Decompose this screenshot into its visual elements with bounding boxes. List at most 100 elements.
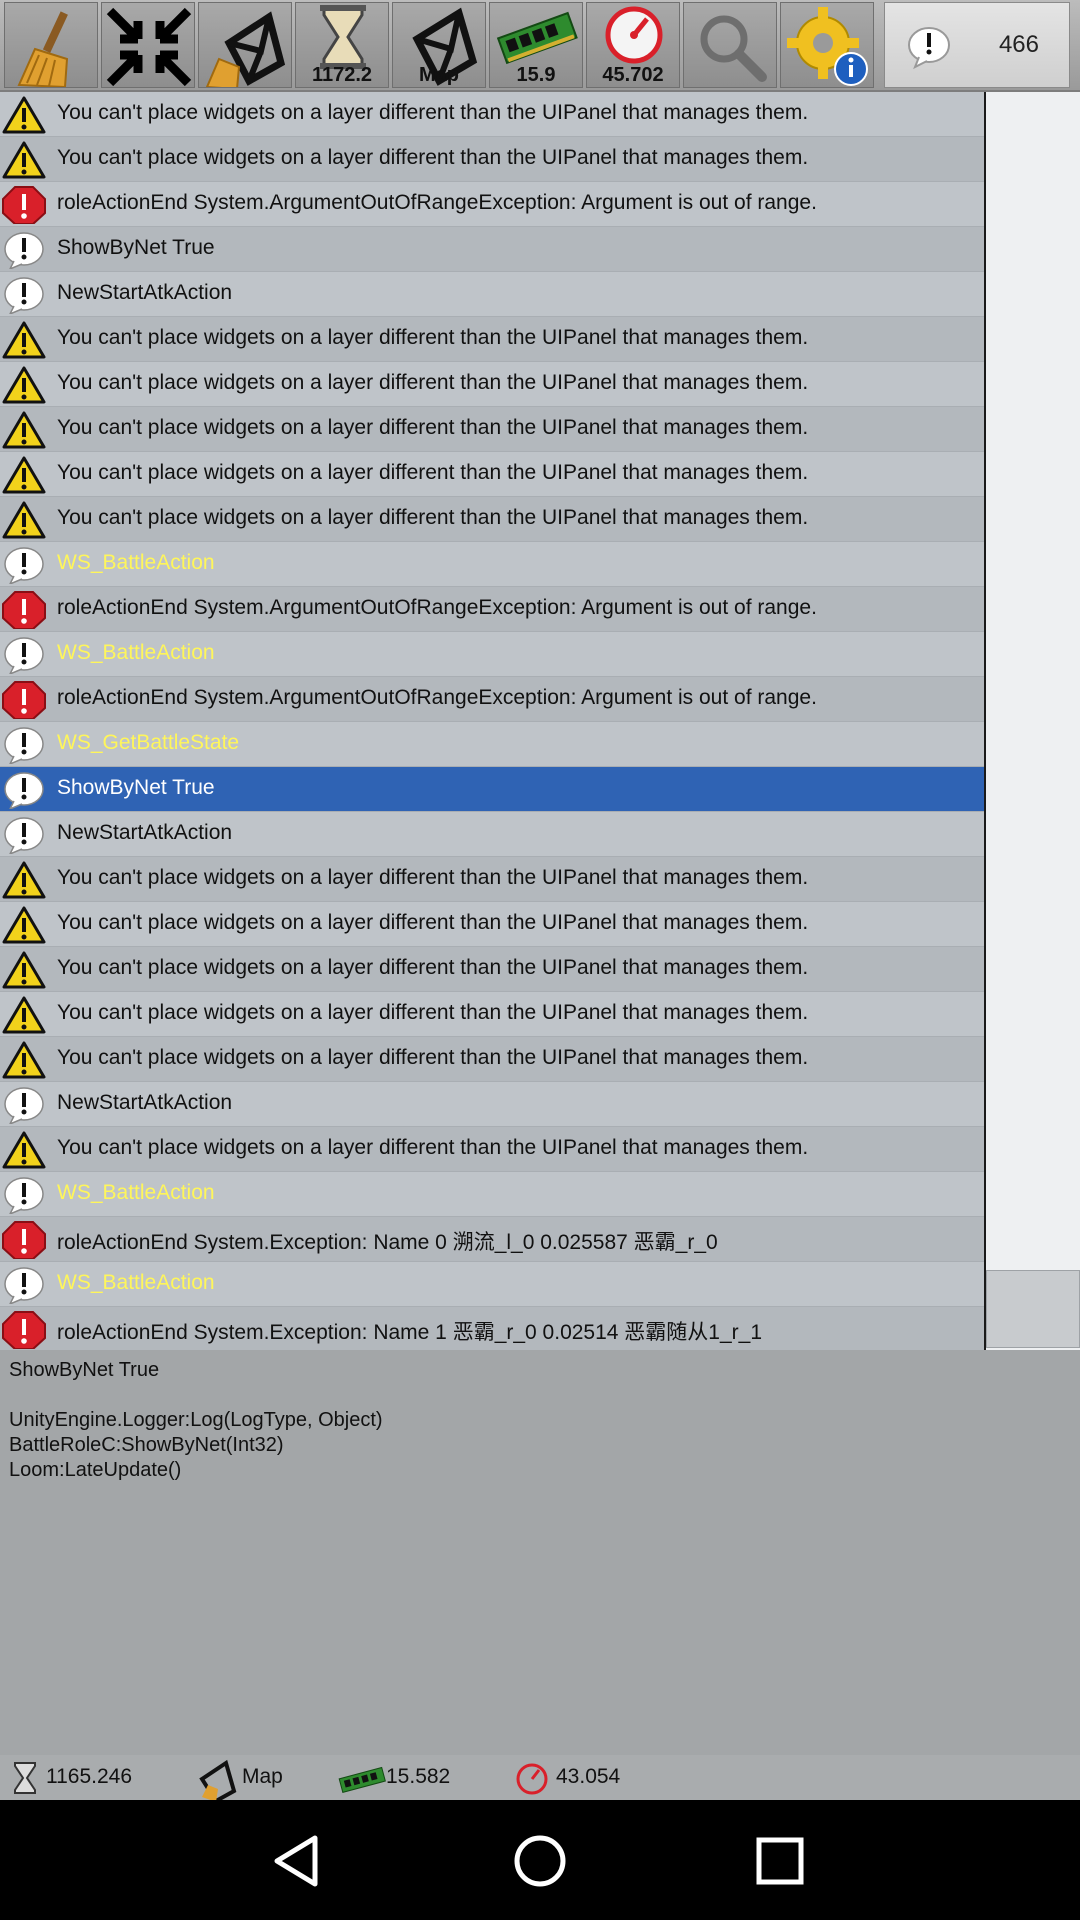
log-row[interactable]: You can't place widgets on a layer diffe… [0, 137, 984, 182]
log-row[interactable]: NewStartAtkAction [0, 1082, 984, 1127]
scrollbar-thumb[interactable] [986, 1270, 1080, 1348]
error-icon [2, 591, 46, 629]
log-row[interactable]: roleActionEnd System.Exception: Name 0 溯… [0, 1217, 984, 1262]
info-icon [4, 277, 44, 314]
log-row-text: You can't place widgets on a layer diffe… [57, 416, 809, 439]
warning-icon [2, 141, 46, 179]
info-icon [4, 1177, 44, 1214]
warning-icon [2, 861, 46, 899]
log-detail-panel[interactable]: ShowByNet True UnityEngine.Logger:Log(Lo… [0, 1350, 1080, 1755]
status-scene-value: Map [242, 1765, 283, 1788]
log-row[interactable]: You can't place widgets on a layer diffe… [0, 947, 984, 992]
nav-back-button[interactable] [265, 1830, 335, 1892]
gear-info-icon [787, 7, 868, 86]
memory-display[interactable]: 15.9 [489, 2, 583, 88]
scrollbar-track[interactable] [986, 92, 1080, 1350]
nav-recents-button[interactable] [745, 1830, 815, 1892]
log-row-text: WS_BattleAction [57, 1181, 215, 1204]
log-row[interactable]: You can't place widgets on a layer diffe… [0, 407, 984, 452]
log-row-text: roleActionEnd System.Exception: Name 1 恶… [57, 1321, 763, 1344]
log-row[interactable]: You can't place widgets on a layer diffe… [0, 1037, 984, 1082]
warning-icon [2, 501, 46, 539]
unity-logo-icon [199, 1759, 237, 1802]
status-scene: Map [196, 1755, 336, 1802]
nav-home-button[interactable] [505, 1830, 575, 1892]
log-row[interactable]: WS_BattleAction [0, 1262, 984, 1307]
info-icon [4, 727, 44, 764]
time-value: 1172.2 [311, 64, 373, 86]
log-row-text: roleActionEnd System.Exception: Name 0 溯… [57, 1231, 718, 1254]
collapse-button[interactable] [101, 2, 195, 88]
status-fps: 43.054 [514, 1755, 654, 1800]
warning-icon [2, 996, 46, 1034]
log-row[interactable]: You can't place widgets on a layer diffe… [0, 857, 984, 902]
log-row[interactable]: WS_BattleAction [0, 542, 984, 587]
log-list[interactable]: You can't place widgets on a layer diffe… [0, 92, 984, 1350]
back-icon [274, 1835, 318, 1887]
log-row-text: WS_GetBattleState [57, 731, 240, 754]
log-row-text: You can't place widgets on a layer diffe… [57, 1046, 809, 1069]
log-row-text: roleActionEnd System.ArgumentOutOfRangeE… [57, 686, 817, 709]
info-icon [4, 1087, 44, 1124]
memory-chip-icon [338, 1766, 386, 1794]
speedometer-icon [516, 1763, 548, 1795]
android-nav-bar [0, 1800, 1080, 1920]
status-time: 1165.246 [8, 1755, 158, 1800]
log-row[interactable]: You can't place widgets on a layer diffe… [0, 1127, 984, 1172]
warning-icon [2, 96, 46, 134]
log-row-text: You can't place widgets on a layer diffe… [57, 1001, 809, 1024]
error-icon [2, 186, 46, 224]
log-row-text: WS_BattleAction [57, 641, 215, 664]
log-row-text: You can't place widgets on a layer diffe… [57, 326, 809, 349]
log-row-text: You can't place widgets on a layer diffe… [57, 911, 809, 934]
log-row[interactable]: You can't place widgets on a layer diffe… [0, 317, 984, 362]
search-button[interactable] [683, 2, 777, 88]
log-row[interactable]: WS_GetBattleState [0, 722, 984, 767]
status-fps-value: 43.054 [556, 1765, 621, 1788]
log-row[interactable]: roleActionEnd System.ArgumentOutOfRangeE… [0, 182, 984, 227]
log-row-text: NewStartAtkAction [57, 281, 233, 304]
log-row-text: You can't place widgets on a layer diffe… [57, 506, 809, 529]
info-icon [4, 637, 44, 674]
log-row[interactable]: roleActionEnd System.ArgumentOutOfRangeE… [0, 677, 984, 722]
log-row-text: You can't place widgets on a layer diffe… [57, 1136, 809, 1159]
warning-icon [2, 456, 46, 494]
home-icon [514, 1835, 566, 1887]
log-row[interactable]: You can't place widgets on a layer diffe… [0, 992, 984, 1037]
log-row-text: You can't place widgets on a layer diffe… [57, 956, 809, 979]
info-icon [908, 27, 950, 70]
log-row-text: NewStartAtkAction [57, 1091, 233, 1114]
warning-icon [2, 321, 46, 359]
log-row-text: NewStartAtkAction [57, 821, 233, 844]
settings-button[interactable] [780, 2, 874, 88]
log-row[interactable]: WS_BattleAction [0, 632, 984, 677]
time-display[interactable]: 1172.2 [295, 2, 389, 88]
console-toolbar: 1172.2 Map 15.9 45.702 466 [0, 0, 1080, 92]
magnifier-icon [700, 15, 767, 82]
log-row[interactable]: You can't place widgets on a layer diffe… [0, 902, 984, 947]
log-row[interactable]: You can't place widgets on a layer diffe… [0, 452, 984, 497]
log-row-text: You can't place widgets on a layer diffe… [57, 146, 809, 169]
log-row[interactable]: You can't place widgets on a layer diffe… [0, 497, 984, 542]
log-row[interactable]: ShowByNet True [0, 227, 984, 272]
unity-clear-on-play-button[interactable] [198, 2, 292, 88]
status-bar: 1165.246 Map 15.582 43.054 [0, 1755, 1080, 1802]
info-icon [4, 772, 44, 809]
log-row[interactable]: NewStartAtkAction [0, 812, 984, 857]
log-row-text: WS_BattleAction [57, 551, 215, 574]
log-row[interactable]: WS_BattleAction [0, 1172, 984, 1217]
log-row[interactable]: You can't place widgets on a layer diffe… [0, 92, 984, 137]
recents-icon [756, 1837, 804, 1885]
log-row[interactable]: roleActionEnd System.ArgumentOutOfRangeE… [0, 587, 984, 632]
warning-icon [2, 1131, 46, 1169]
log-row[interactable]: You can't place widgets on a layer diffe… [0, 362, 984, 407]
log-row[interactable]: ShowByNet True [0, 767, 984, 812]
log-count-badge[interactable]: 466 [884, 2, 1070, 88]
log-row[interactable]: NewStartAtkAction [0, 272, 984, 317]
fps-display[interactable]: 45.702 [586, 2, 680, 88]
scene-display[interactable]: Map [392, 2, 486, 88]
clear-button[interactable] [4, 2, 98, 88]
log-row[interactable]: roleActionEnd System.Exception: Name 1 恶… [0, 1307, 984, 1350]
warning-icon [2, 366, 46, 404]
collapse-arrows-icon [106, 7, 192, 87]
